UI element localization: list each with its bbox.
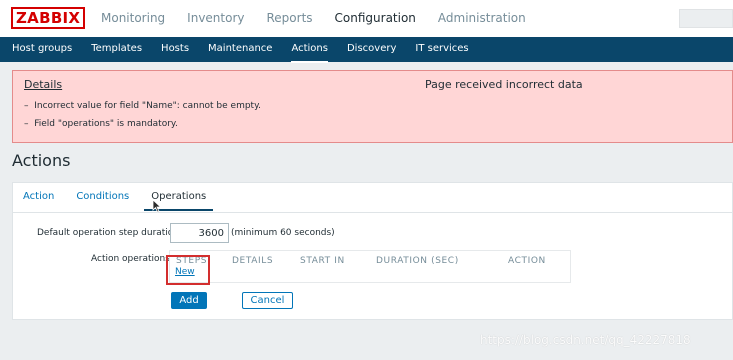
submenu-templates[interactable]: Templates — [91, 43, 142, 54]
main-menu: Monitoring Inventory Reports Configurati… — [101, 11, 548, 25]
menu-inventory[interactable]: Inventory — [187, 11, 244, 25]
sub-menu: Host groups Templates Hosts Maintenance … — [12, 43, 488, 63]
action-form-panel: Action Conditions Operations Default ope… — [12, 182, 733, 320]
submenu-maintenance[interactable]: Maintenance — [208, 43, 272, 54]
error-item-text: Field "operations" is mandatory. — [34, 119, 178, 129]
error-list: – Incorrect value for field "Name": cann… — [24, 101, 261, 137]
menu-monitoring[interactable]: Monitoring — [101, 11, 165, 25]
error-title: Page received incorrect data — [425, 78, 583, 91]
mouse-pointer-icon — [152, 199, 162, 213]
zabbix-logo[interactable]: ZABBIX — [11, 7, 86, 29]
error-details-link[interactable]: Details — [24, 78, 62, 91]
search-input[interactable] — [679, 9, 733, 28]
menu-configuration[interactable]: Configuration — [335, 11, 416, 25]
column-duration: DURATION (SEC) — [376, 256, 459, 266]
submenu-hosts[interactable]: Hosts — [161, 43, 189, 54]
tab-action[interactable]: Action — [23, 191, 54, 202]
submenu-actions[interactable]: Actions — [291, 43, 328, 63]
duration-label: Default operation step duration — [37, 228, 180, 238]
operations-label: Action operations — [91, 254, 170, 264]
duration-input[interactable] — [170, 223, 229, 243]
duration-note: (minimum 60 seconds) — [231, 228, 335, 238]
menu-reports[interactable]: Reports — [267, 11, 313, 25]
page-title: Actions — [12, 151, 71, 170]
error-item-text: Incorrect value for field "Name": cannot… — [34, 101, 261, 111]
error-item: – Field "operations" is mandatory. — [24, 119, 178, 129]
error-message-box: Details Page received incorrect data – I… — [12, 70, 733, 143]
watermark: https://blog.csdn.net/qq_42227818 — [480, 333, 691, 347]
error-item: – Incorrect value for field "Name": cann… — [24, 101, 261, 111]
cancel-button[interactable]: Cancel — [242, 292, 293, 309]
submenu-discovery[interactable]: Discovery — [347, 43, 396, 54]
submenu-host-groups[interactable]: Host groups — [12, 43, 72, 54]
add-button[interactable]: Add — [171, 292, 207, 309]
column-details: DETAILS — [232, 256, 274, 266]
sub-menu-bar: Host groups Templates Hosts Maintenance … — [0, 37, 733, 63]
tab-divider — [13, 212, 732, 213]
operations-table: STEPS DETAILS START IN DURATION (SEC) AC… — [169, 250, 571, 283]
column-start-in: START IN — [300, 256, 345, 266]
submenu-it-services[interactable]: IT services — [415, 43, 468, 54]
tab-conditions[interactable]: Conditions — [76, 191, 129, 202]
column-action: ACTION — [508, 256, 546, 266]
highlight-box — [166, 255, 210, 285]
menu-administration[interactable]: Administration — [438, 11, 526, 25]
tab-bar: Action Conditions Operations — [23, 191, 228, 211]
top-bar: ZABBIX Monitoring Inventory Reports Conf… — [0, 0, 733, 37]
